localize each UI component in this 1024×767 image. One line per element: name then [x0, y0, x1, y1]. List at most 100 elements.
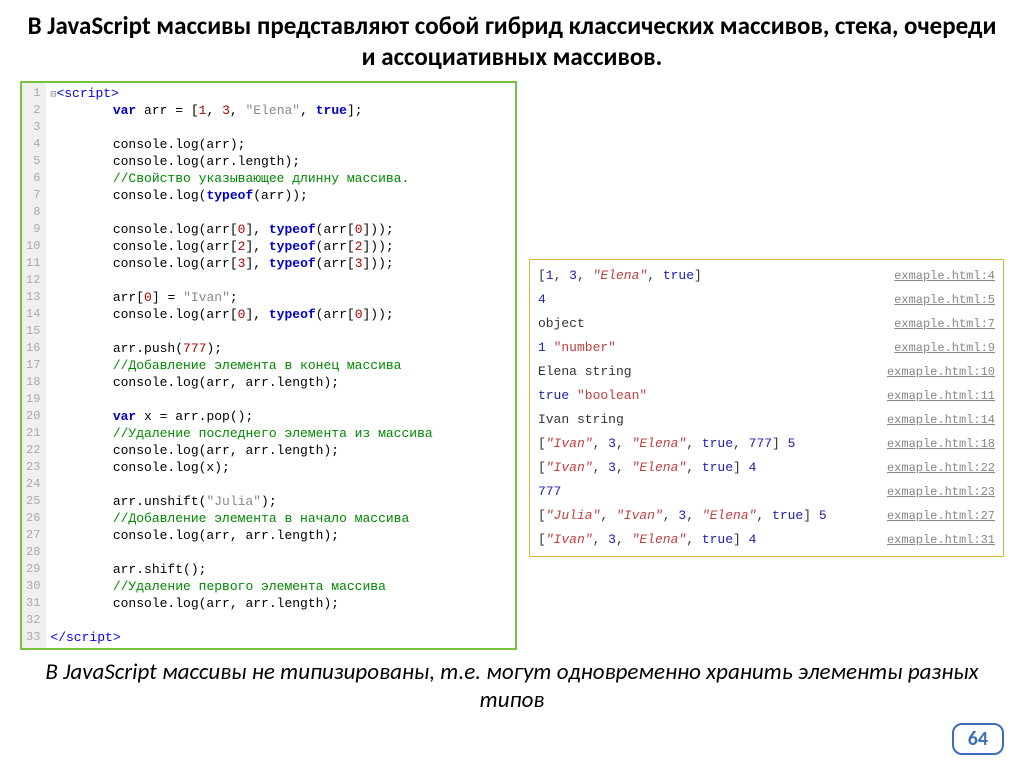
code-line: console.log(arr, arr.length);	[50, 442, 432, 459]
code-line: console.log(x);	[50, 459, 432, 476]
code-line: console.log(arr);	[50, 136, 432, 153]
console-panel: [1, 3, "Elena", true]exmaple.html:4 4 exma…	[529, 259, 1004, 557]
slide-footer: В JavaScript массивы не типизированы, т.…	[20, 658, 1004, 716]
code-line	[50, 204, 432, 221]
line-number: 16	[26, 340, 40, 357]
code-line: console.log(arr, arr.length);	[50, 595, 432, 612]
code-line: console.log(arr[2], typeof(arr[2]));	[50, 238, 432, 255]
code-line: arr.shift();	[50, 561, 432, 578]
code-line: console.log(arr[0], typeof(arr[0]));	[50, 221, 432, 238]
line-number: 23	[26, 459, 40, 476]
code-line: arr[0] = "Ivan";	[50, 289, 432, 306]
code-panel: 1234567891011121314151617181920212223242…	[20, 81, 517, 650]
console-output: ["Ivan", 3, "Elena", true] 4	[538, 458, 757, 477]
line-number: 9	[26, 221, 40, 238]
line-number: 24	[26, 476, 40, 493]
content-row: 1234567891011121314151617181920212223242…	[20, 81, 1004, 650]
console-row: ["Ivan", 3, "Elena", true] 4 exmaple.html…	[530, 456, 1003, 480]
console-source-link[interactable]: exmaple.html:4	[894, 267, 995, 286]
code-line: //Свойство указывающее длинну массива.	[50, 170, 432, 187]
line-number: 21	[26, 425, 40, 442]
line-number: 5	[26, 153, 40, 170]
console-source-link[interactable]: exmaple.html:7	[894, 315, 995, 334]
line-number: 22	[26, 442, 40, 459]
console-source-link[interactable]: exmaple.html:11	[887, 387, 995, 406]
page-number-badge: 64	[952, 723, 1004, 755]
console-source-link[interactable]: exmaple.html:5	[894, 291, 995, 310]
line-number: 17	[26, 357, 40, 374]
console-source-link[interactable]: exmaple.html:10	[887, 363, 995, 382]
code-line: </script>	[50, 629, 432, 646]
console-source-link[interactable]: exmaple.html:23	[887, 483, 995, 502]
code-gutter: 1234567891011121314151617181920212223242…	[22, 83, 46, 648]
console-source-link[interactable]: exmaple.html:9	[894, 339, 995, 358]
console-output: 777	[538, 482, 561, 501]
console-output: ["Julia", "Ivan", 3, "Elena", true] 5	[538, 506, 827, 525]
code-line: //Добавление элемента в конец массива	[50, 357, 432, 374]
console-output: 4	[538, 290, 546, 309]
console-row: ["Ivan", 3, "Elena", true, 777] 5 exmaple…	[530, 432, 1003, 456]
code-line: var x = arr.pop();	[50, 408, 432, 425]
line-number: 31	[26, 595, 40, 612]
console-row: Elena string exmaple.html:10	[530, 360, 1003, 384]
line-number: 26	[26, 510, 40, 527]
line-number: 18	[26, 374, 40, 391]
console-output: object	[538, 314, 585, 333]
code-line: console.log(arr[3], typeof(arr[3]));	[50, 255, 432, 272]
console-output: ["Ivan", 3, "Elena", true, 777] 5	[538, 434, 796, 453]
line-number: 19	[26, 391, 40, 408]
console-row: ["Ivan", 3, "Elena", true] 4exmaple.html…	[530, 528, 1003, 552]
code-line	[50, 323, 432, 340]
line-number: 10	[26, 238, 40, 255]
console-row: true "boolean" exmaple.html:11	[530, 384, 1003, 408]
code-line: console.log(arr[0], typeof(arr[0]));	[50, 306, 432, 323]
console-output: true "boolean"	[538, 386, 647, 405]
line-number: 7	[26, 187, 40, 204]
line-number: 6	[26, 170, 40, 187]
line-number: 14	[26, 306, 40, 323]
code-line: console.log(arr.length);	[50, 153, 432, 170]
code-line: arr.unshift("Julia");	[50, 493, 432, 510]
console-source-link[interactable]: exmaple.html:18	[887, 435, 995, 454]
code-line: ⊟<script>	[50, 85, 432, 102]
code-line: //Удаление последнего элемента из массив…	[50, 425, 432, 442]
code-line: console.log(arr, arr.length);	[50, 374, 432, 391]
code-line: //Удаление первого элемента массива	[50, 578, 432, 595]
line-number: 13	[26, 289, 40, 306]
code-line	[50, 272, 432, 289]
console-source-link[interactable]: exmaple.html:27	[887, 507, 995, 526]
console-output: Elena string	[538, 362, 632, 381]
console-source-link[interactable]: exmaple.html:14	[887, 411, 995, 430]
code-line: var arr = [1, 3, "Elena", true];	[50, 102, 432, 119]
console-row: 4 exmaple.html:5	[530, 288, 1003, 312]
line-number: 3	[26, 119, 40, 136]
console-source-link[interactable]: exmaple.html:31	[887, 531, 995, 550]
line-number: 2	[26, 102, 40, 119]
line-number: 20	[26, 408, 40, 425]
line-number: 27	[26, 527, 40, 544]
line-number: 28	[26, 544, 40, 561]
code-line	[50, 391, 432, 408]
line-number: 33	[26, 629, 40, 646]
line-number: 11	[26, 255, 40, 272]
console-row: Ivan string exmaple.html:14	[530, 408, 1003, 432]
code-lines: ⊟<script> var arr = [1, 3, "Elena", true…	[46, 83, 436, 648]
code-line	[50, 476, 432, 493]
code-line: arr.push(777);	[50, 340, 432, 357]
console-row: 777 exmaple.html:23	[530, 480, 1003, 504]
line-number: 30	[26, 578, 40, 595]
console-output: Ivan string	[538, 410, 624, 429]
line-number: 8	[26, 204, 40, 221]
code-line	[50, 612, 432, 629]
line-number: 15	[26, 323, 40, 340]
line-number: 29	[26, 561, 40, 578]
console-output: 1 "number"	[538, 338, 616, 357]
console-row: [1, 3, "Elena", true]exmaple.html:4	[530, 264, 1003, 288]
line-number: 12	[26, 272, 40, 289]
console-row: 1 "number" exmaple.html:9	[530, 336, 1003, 360]
line-number: 25	[26, 493, 40, 510]
line-number: 32	[26, 612, 40, 629]
code-line	[50, 119, 432, 136]
console-source-link[interactable]: exmaple.html:22	[887, 459, 995, 478]
code-line: console.log(typeof(arr));	[50, 187, 432, 204]
